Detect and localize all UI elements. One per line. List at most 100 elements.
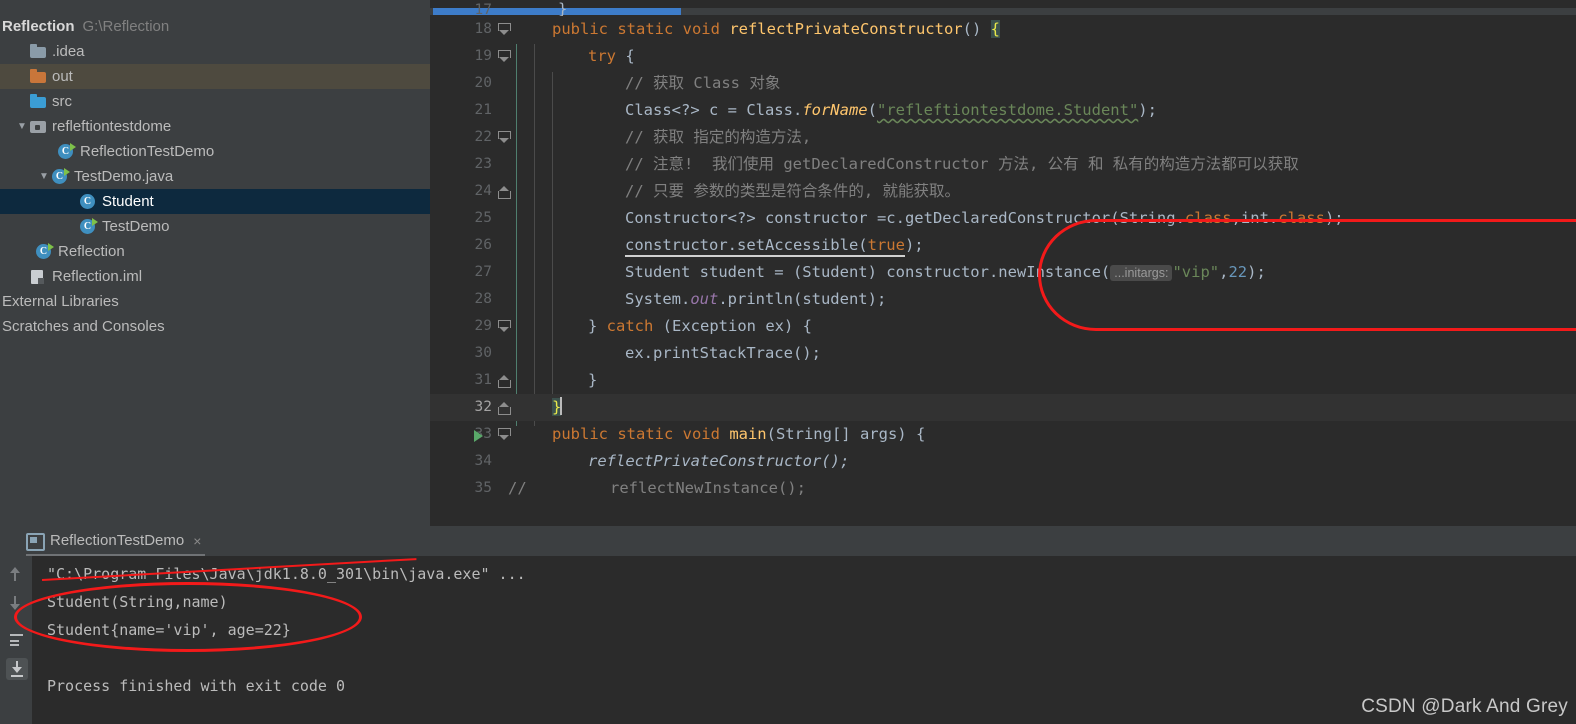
code-line-22[interactable]: 22 // 获取 指定的构造方法, [430, 124, 1576, 151]
scroll-up-button[interactable] [6, 564, 28, 586]
project-root-row[interactable]: Reflection G:\Reflection [0, 14, 430, 39]
close-icon[interactable]: × [193, 533, 201, 549]
run-console-panel[interactable]: ReflectionTestDemo × "C:\Program Files\J… [0, 526, 1576, 724]
package-icon [30, 119, 47, 134]
tree-item-external-libraries[interactable]: External Libraries [0, 289, 430, 314]
code-line-18[interactable]: 18 public static void reflectPrivateCons… [430, 16, 1576, 43]
tree-item-label: Reflection.iml [52, 268, 143, 285]
console-line: Student{name='vip', age=22} [47, 621, 291, 639]
project-tree-panel[interactable]: Reflection G:\Reflection .idea out src ▼… [0, 14, 430, 526]
code-keyword: public static void [552, 425, 730, 443]
code-text: public static void main(String[] args) { [552, 421, 925, 448]
code-plain: ); [1138, 101, 1157, 119]
code-text: } [588, 371, 598, 389]
fold-marker-icon[interactable] [498, 374, 511, 388]
arrow-down-icon [10, 596, 20, 610]
tree-item-package[interactable]: ▼ refleftiontestdome [0, 114, 430, 139]
scroll-to-end-button[interactable] [6, 658, 28, 680]
java-class-run-icon: C [80, 218, 98, 235]
tree-item-label: out [52, 68, 73, 85]
code-line-28[interactable]: 28 System.out.println(student); [430, 286, 1576, 313]
code-text: } [558, 0, 568, 16]
code-plain: Student student = (Student) constructor.… [625, 263, 1111, 281]
fold-marker-icon[interactable] [498, 320, 511, 333]
console-side-toolbar[interactable] [0, 556, 32, 724]
line-number: 35 [474, 480, 492, 496]
tree-item-testdemo-java[interactable]: ▼ C TestDemo.java [0, 164, 430, 189]
line-number: 17 [474, 2, 492, 16]
code-text: reflectPrivateConstructor(); [588, 452, 850, 470]
tree-item-reflectiontestdemo[interactable]: C ReflectionTestDemo [0, 139, 430, 164]
line-number: 20 [474, 75, 492, 91]
iml-file-icon [30, 269, 47, 284]
code-line-26[interactable]: 26 constructor.setAccessible(true); [430, 232, 1576, 259]
tree-item-student[interactable]: C Student [0, 189, 430, 214]
tree-item-label: ReflectionTestDemo [80, 143, 215, 160]
code-text: constructor.setAccessible(true); [625, 232, 924, 259]
code-keyword: class [1278, 209, 1325, 227]
scroll-down-button[interactable] [6, 592, 28, 614]
code-text: Class<?> c = Class.forName("refleftionte… [625, 97, 1157, 124]
fold-marker-icon[interactable] [498, 50, 511, 63]
tree-item-label: .idea [52, 43, 85, 60]
line-number: 30 [474, 345, 492, 361]
tree-item-label: Scratches and Consoles [2, 318, 165, 335]
code-text: Student student = (Student) constructor.… [625, 259, 1266, 286]
line-number: 34 [474, 453, 492, 469]
folder-icon [30, 44, 47, 59]
console-line: Student(String,name) [47, 593, 228, 611]
code-line-30[interactable]: 30 ex.printStackTrace(); [430, 340, 1576, 367]
console-output[interactable]: "C:\Program Files\Java\jdk1.8.0_301\bin\… [32, 556, 1576, 724]
code-plain: } [588, 317, 607, 335]
tree-item-reflection-iml[interactable]: Reflection.iml [0, 264, 430, 289]
console-line: "C:\Program Files\Java\jdk1.8.0_301\bin\… [32, 560, 1576, 588]
code-line-31[interactable]: 31 } [430, 367, 1576, 394]
code-string: "refleftiontestdome.Student" [876, 101, 1139, 119]
tree-item-idea[interactable]: .idea [0, 39, 430, 64]
code-line-20[interactable]: 20 // 获取 Class 对象 [430, 70, 1576, 97]
code-line-25[interactable]: 25 Constructor<?> constructor =c.getDecl… [430, 205, 1576, 232]
code-string: "vip" [1172, 263, 1220, 281]
soft-wrap-button[interactable] [6, 628, 28, 650]
code-editor[interactable]: 17 } 18 public static void reflectPrivat… [430, 0, 1576, 526]
code-comment: // 获取 Class 对象 [625, 74, 781, 92]
code-line-33[interactable]: 33 public static void main(String[] args… [430, 421, 1576, 448]
code-method: main [729, 425, 767, 443]
code-line-27[interactable]: 27 Student student = (Student) construct… [430, 259, 1576, 286]
console-command-line: "C:\Program Files\Java\jdk1.8.0_301\bin\… [47, 565, 526, 583]
tree-item-reflection[interactable]: C Reflection [0, 239, 430, 264]
console-tab-reflectiontestdemo[interactable]: ReflectionTestDemo × [26, 529, 206, 556]
java-class-icon: C [80, 193, 97, 210]
fold-marker-icon[interactable] [498, 401, 511, 415]
code-line-21[interactable]: 21 Class<?> c = Class.forName("refleftio… [430, 97, 1576, 124]
code-line-32[interactable]: 32 } [430, 394, 1576, 421]
code-line-34[interactable]: 34 reflectPrivateConstructor(); [430, 448, 1576, 475]
fold-marker-icon[interactable] [498, 428, 511, 441]
run-gutter-icon[interactable] [474, 430, 483, 442]
fold-marker-icon[interactable] [498, 185, 511, 199]
parameter-hint-badge: ...initargs: [1110, 265, 1173, 281]
line-number: 21 [474, 102, 492, 118]
scroll-to-end-icon [11, 661, 23, 677]
code-line-35[interactable]: 35 // reflectNewInstance(); [430, 475, 1576, 502]
code-text: Constructor<?> constructor =c.getDeclare… [625, 205, 1344, 232]
line-number: 23 [474, 156, 492, 172]
tree-item-src[interactable]: src [0, 89, 430, 114]
code-plain: ); [904, 236, 924, 254]
tree-item-label: Reflection [58, 243, 125, 260]
top-strip [0, 0, 430, 14]
tree-item-testdemo[interactable]: C TestDemo [0, 214, 430, 239]
tree-item-out[interactable]: out [0, 64, 430, 89]
fold-marker-icon[interactable] [498, 131, 511, 144]
fold-marker-icon[interactable] [498, 23, 511, 36]
tree-item-scratches[interactable]: Scratches and Consoles [0, 314, 430, 339]
code-brace-highlight: { [990, 20, 1000, 38]
chevron-down-icon[interactable]: ▼ [14, 114, 30, 139]
code-line-23[interactable]: 23 // 注意! 我们使用 getDeclaredConstructor 方法… [430, 151, 1576, 178]
chevron-down-icon[interactable]: ▼ [36, 164, 52, 189]
code-line-19[interactable]: 19 try { [430, 43, 1576, 70]
code-line-17[interactable]: 17 } [430, 0, 1576, 16]
code-line-24[interactable]: 24 // 只要 参数的类型是符合条件的, 就能获取。 [430, 178, 1576, 205]
code-line-29[interactable]: 29 } catch (Exception ex) { [430, 313, 1576, 340]
text-cursor [560, 397, 563, 415]
